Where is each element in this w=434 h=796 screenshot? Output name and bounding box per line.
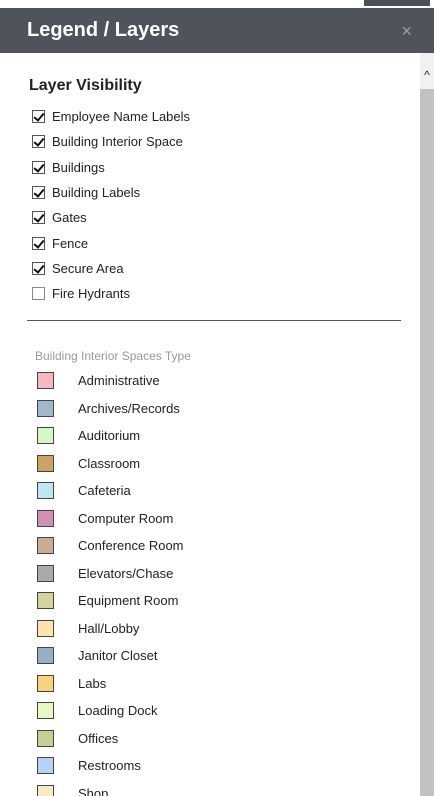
legend-swatch <box>37 564 54 582</box>
layer-item[interactable]: Building Interior Space <box>32 129 190 154</box>
checkbox-checked[interactable] <box>32 211 45 225</box>
legend-label: Restrooms <box>78 758 141 774</box>
legend-swatch <box>37 482 54 500</box>
legend-label: Elevators/Chase <box>78 565 174 581</box>
layer-item[interactable]: Buildings <box>32 155 190 180</box>
legend-item: Equipment Room <box>37 587 184 615</box>
legend-item: Administrative <box>37 367 184 395</box>
legend-list: Administrative Archives/Records Auditorium… <box>37 367 184 796</box>
checkbox-checked[interactable] <box>32 186 45 200</box>
checkbox-checked[interactable] <box>32 261 45 275</box>
layer-label: Secure Area <box>52 260 124 276</box>
legend-item: Shop <box>37 780 184 796</box>
layer-list: Employee Name Labels Building Interior Sp… <box>32 104 190 306</box>
legend-swatch <box>37 509 54 527</box>
legend-item: Labs <box>37 670 184 698</box>
layer-item[interactable]: Gates <box>32 205 190 230</box>
panel-title: Legend / Layers <box>27 19 180 41</box>
checkbox-checked[interactable] <box>32 110 45 124</box>
legend-heading: Building Interior Spaces Type <box>35 349 191 363</box>
legend-swatch <box>37 537 54 555</box>
panel-header: Legend / Layers × <box>0 8 434 53</box>
checkbox-checked[interactable] <box>32 236 45 250</box>
legend-item: Cafeteria <box>37 477 184 505</box>
legend-swatch <box>37 399 54 417</box>
layer-label: Fence <box>52 235 89 251</box>
layer-item[interactable]: Employee Name Labels <box>32 104 190 129</box>
top-strip <box>0 0 434 8</box>
scrollbar[interactable]: ^ <box>420 53 434 796</box>
legend-label: Archives/Records <box>78 400 180 416</box>
legend-label: Hall/Lobby <box>78 620 140 636</box>
legend-swatch <box>37 757 54 775</box>
layer-item[interactable]: Fence <box>32 230 190 255</box>
legend-label: Shop <box>78 785 109 796</box>
legend-label: Classroom <box>78 455 141 471</box>
legend-label: Equipment Room <box>78 593 179 609</box>
legend-label: Cafeteria <box>78 483 131 499</box>
legend-label: Janitor Closet <box>78 648 158 664</box>
legend-swatch <box>37 784 54 796</box>
legend-label: Auditorium <box>78 428 141 444</box>
legend-label: Offices <box>78 730 119 746</box>
legend-swatch <box>37 427 54 445</box>
scroll-up-icon[interactable]: ^ <box>420 67 434 83</box>
legend-label: Loading Dock <box>78 703 158 719</box>
legend-swatch <box>37 729 54 747</box>
layer-item[interactable]: Fire Hydrants <box>32 281 190 306</box>
legend-swatch <box>37 702 54 720</box>
layer-item[interactable]: Building Labels <box>32 180 190 205</box>
legend-swatch <box>37 647 54 665</box>
checkbox-checked[interactable] <box>32 160 45 174</box>
legend-swatch <box>37 372 54 390</box>
layer-label: Building Labels <box>52 185 141 201</box>
legend-item: Computer Room <box>37 505 184 533</box>
layer-item[interactable]: Secure Area <box>32 256 190 281</box>
legend-item: Janitor Closet <box>37 642 184 670</box>
legend-swatch <box>37 674 54 692</box>
layer-label: Buildings <box>52 159 105 175</box>
layer-label: Employee Name Labels <box>52 109 191 125</box>
legend-item: Loading Dock <box>37 697 184 725</box>
legend-item: Offices <box>37 725 184 753</box>
layer-label: Building Interior Space <box>52 134 183 150</box>
checkbox-checked[interactable] <box>32 135 45 149</box>
window-edge <box>364 0 430 6</box>
layer-label: Fire Hydrants <box>52 286 131 302</box>
legend-item: Archives/Records <box>37 395 184 423</box>
legend-item: Elevators/Chase <box>37 560 184 588</box>
layer-label: Gates <box>52 210 87 226</box>
legend-swatch <box>37 592 54 610</box>
legend-label: Conference Room <box>78 538 184 554</box>
layer-visibility-heading: Layer Visibility <box>29 77 142 94</box>
scroll-thumb[interactable] <box>420 89 434 796</box>
checkbox-unchecked[interactable] <box>32 287 45 301</box>
legend-swatch <box>37 454 54 472</box>
legend-label: Labs <box>78 675 107 691</box>
legend-label: Computer Room <box>78 510 174 526</box>
close-icon[interactable]: × <box>401 22 412 40</box>
legend-swatch <box>37 619 54 637</box>
legend-item: Auditorium <box>37 422 184 450</box>
legend-label: Administrative <box>78 373 160 389</box>
legend-item: Restrooms <box>37 752 184 780</box>
legend-item: Classroom <box>37 450 184 478</box>
panel-content: Layer Visibility Employee Name Labels Bui… <box>0 53 420 796</box>
divider <box>27 320 401 321</box>
legend-item: Hall/Lobby <box>37 615 184 643</box>
legend-item: Conference Room <box>37 532 184 560</box>
